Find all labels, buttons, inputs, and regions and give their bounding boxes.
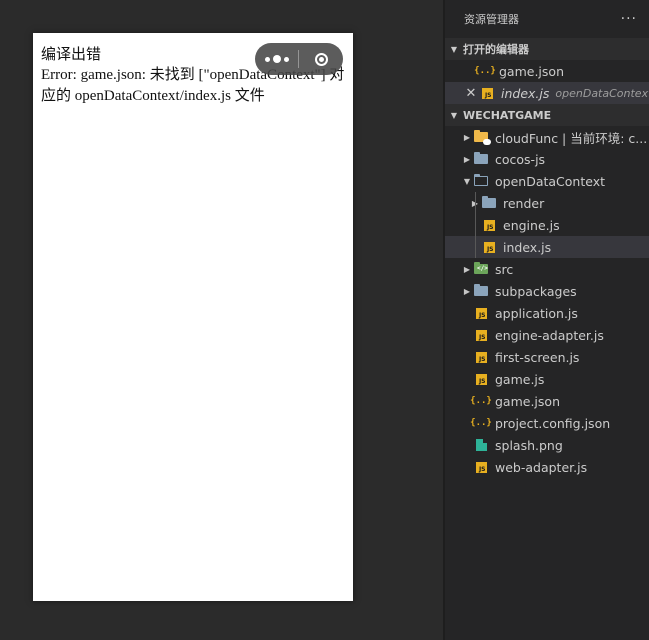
- tree-label: game.js: [495, 371, 545, 387]
- phone-screen: 编译出错 Error: game.json: 未找到 ["openDataCon…: [33, 33, 353, 601]
- js-icon: JS: [481, 217, 497, 233]
- section-label: WECHATGAME: [463, 108, 552, 122]
- tree-label: application.js: [495, 305, 578, 321]
- tree-item-first-screen-js[interactable]: JS first-screen.js: [445, 346, 649, 368]
- project-section[interactable]: ▼ WECHATGAME: [445, 104, 649, 126]
- image-icon: [473, 437, 489, 453]
- close-icon[interactable]: ✕: [463, 85, 479, 101]
- section-label: 打开的编辑器: [463, 43, 529, 56]
- tree-label: openDataContext: [495, 173, 606, 189]
- tree-label: index.js: [503, 239, 552, 255]
- js-icon: JS: [473, 349, 489, 365]
- dot-icon: [272, 55, 281, 63]
- chevron-down-icon: ▼: [450, 110, 458, 120]
- tree-item-application-js[interactable]: JS application.js: [445, 302, 649, 324]
- tree-item-opendatacontext[interactable]: ▼ openDataContext: [445, 170, 649, 192]
- more-actions-icon[interactable]: ···: [621, 11, 637, 27]
- explorer-panel: 资源管理器 ··· ▼ 打开的编辑器 {..} game.json ✕ JS i…: [445, 0, 649, 640]
- more-menu-button[interactable]: [255, 43, 298, 75]
- chevron-right-icon: ▶: [463, 154, 471, 164]
- file-label: index.js: [501, 85, 550, 101]
- open-editor-item-active[interactable]: ✕ JS index.js openDataContext: [445, 82, 649, 104]
- tree-item-game-js[interactable]: JS game.js: [445, 368, 649, 390]
- simulator-area: 编译出错 Error: game.json: 未找到 ["openDataCon…: [0, 0, 443, 640]
- tree-label: render: [503, 195, 545, 211]
- chevron-down-icon: ▼: [450, 44, 458, 54]
- tree-label: cocos-js: [495, 151, 546, 167]
- chevron-down-icon: ▼: [463, 176, 471, 186]
- js-icon: JS: [479, 85, 495, 101]
- json-icon: {..}: [470, 418, 492, 428]
- tree-label: web-adapter.js: [495, 459, 588, 475]
- js-icon: JS: [473, 371, 489, 387]
- tree-label: cloudFunc | 当前环境: c...: [495, 130, 648, 146]
- tree-label: src: [495, 261, 514, 277]
- tree-item-engine-adapter-js[interactable]: JS engine-adapter.js: [445, 324, 649, 346]
- tree-item-subpackages[interactable]: ▶ subpackages: [445, 280, 649, 302]
- json-icon: {..}: [474, 66, 496, 76]
- folder-icon: [473, 283, 489, 299]
- tree-label: first-screen.js: [495, 349, 580, 365]
- tree-label: engine-adapter.js: [495, 327, 604, 343]
- chevron-right-icon: ▶: [463, 286, 471, 296]
- file-label: game.json: [499, 63, 564, 79]
- tree-label: game.json: [495, 393, 560, 409]
- json-icon: {..}: [470, 396, 492, 406]
- target-icon: [314, 52, 328, 66]
- chevron-right-icon: ▶: [463, 264, 471, 274]
- chevron-right-icon: ▶: [463, 132, 471, 142]
- indent-guide: [475, 192, 476, 258]
- explorer-header: 资源管理器 ···: [445, 0, 649, 38]
- dot-icon: [264, 56, 270, 62]
- dot-icon: [283, 56, 289, 62]
- folder-icon: [473, 151, 489, 167]
- js-icon: JS: [473, 327, 489, 343]
- tree-label: subpackages: [495, 283, 577, 299]
- js-icon: JS: [481, 239, 497, 255]
- open-editor-item[interactable]: {..} game.json: [445, 60, 649, 82]
- tree-label: project.config.json: [495, 415, 611, 431]
- capsule-menu: [255, 43, 343, 75]
- close-miniprogram-button[interactable]: [299, 43, 343, 75]
- tree-item-project-config-json[interactable]: {..} project.config.json: [445, 412, 649, 434]
- tree-label: splash.png: [495, 437, 563, 453]
- folder-icon: [481, 195, 497, 211]
- cloud-folder-icon: [473, 129, 491, 145]
- file-tree: ▶ cloudFunc | 当前环境: c... ▶ cocos-js ▼ op…: [445, 126, 649, 478]
- tree-item-web-adapter-js[interactable]: JS web-adapter.js: [445, 456, 649, 478]
- src-folder-icon: </>: [473, 261, 489, 277]
- open-editors-section[interactable]: ▼ 打开的编辑器: [445, 38, 649, 60]
- tree-item-splash-png[interactable]: splash.png: [445, 434, 649, 456]
- tree-item-src[interactable]: ▶ </> src: [445, 258, 649, 280]
- error-title: 编译出错: [41, 45, 102, 63]
- js-icon: JS: [473, 305, 489, 321]
- tree-label: engine.js: [503, 217, 560, 233]
- folder-open-icon: [473, 173, 489, 189]
- tree-item-cloudfunc[interactable]: ▶ cloudFunc | 当前环境: c...: [445, 126, 649, 148]
- explorer-title: 资源管理器: [464, 13, 519, 26]
- js-icon: JS: [473, 459, 489, 475]
- tree-item-game-json[interactable]: {..} game.json: [445, 390, 649, 412]
- tree-item-cocos-js[interactable]: ▶ cocos-js: [445, 148, 649, 170]
- file-description: openDataContext: [555, 86, 649, 100]
